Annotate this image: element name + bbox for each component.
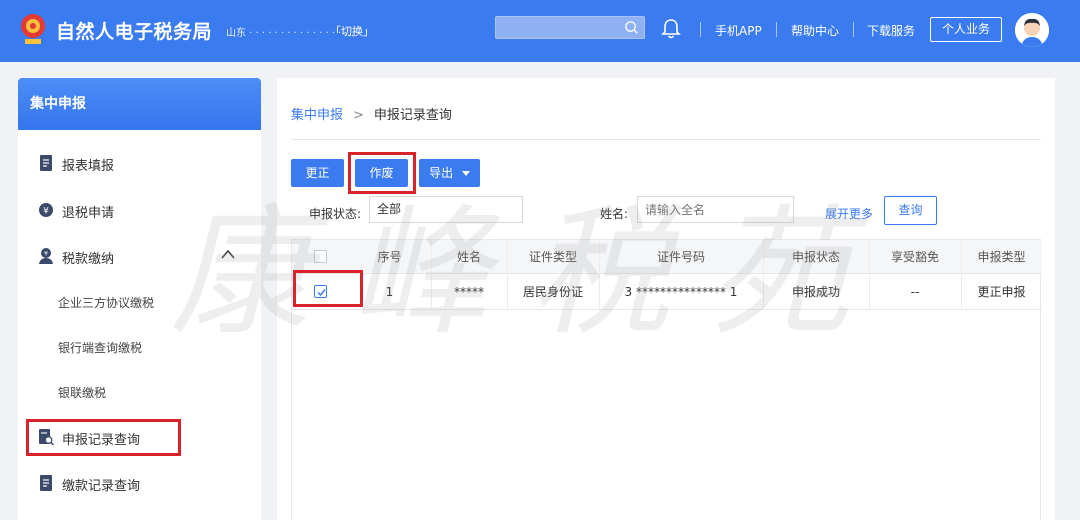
column-divider [869, 240, 870, 310]
search-box[interactable] [495, 16, 645, 39]
sidebar-subitem-unionpay[interactable]: 银联缴税 [58, 384, 106, 401]
breadcrumb-current: 申报记录查询 [373, 108, 452, 123]
sidebar-title[interactable]: 集中申报 [18, 78, 261, 130]
annotation-void-button [348, 152, 416, 194]
column-header: 证件号码 [656, 250, 705, 264]
table-row[interactable]: 1 ***** 居民身份证 3 *************** 1 申报成功 -… [292, 274, 1042, 310]
table-header: 序号 姓名 证件类型 证件号码 申报状态 享受豁免 申报类型 [292, 240, 1042, 274]
query-button[interactable]: 查询 [884, 196, 937, 225]
sidebar-item-label: 退税申请 [62, 206, 115, 221]
cell-name: ***** [454, 284, 484, 299]
column-divider [763, 240, 764, 310]
search-icon[interactable] [624, 20, 639, 35]
column-header: 申报类型 [977, 250, 1026, 264]
column-header: 享受豁免 [890, 250, 939, 264]
caret-down-icon [461, 170, 470, 176]
column-divider [599, 240, 600, 310]
cell-exemption: -- [910, 284, 920, 299]
column-header: 姓名 [456, 250, 481, 264]
breadcrumb-separator: > [353, 108, 364, 123]
status-select[interactable]: 全部 [369, 196, 523, 223]
sidebar-subitem-bank-query[interactable]: 银行端查询缴税 [58, 339, 142, 356]
column-divider [961, 240, 962, 310]
header-separator [776, 22, 777, 37]
sidebar-item-payment-record[interactable]: 缴款记录查询 [18, 468, 261, 498]
cell-report-type: 更正申报 [977, 285, 1026, 299]
main-panel: 集中申报>申报记录查询 更正 作废 导出 申报状态: 全部 姓名: 展开更多 查… [277, 78, 1055, 520]
column-header: 申报状态 [791, 250, 840, 264]
breadcrumb-root-link[interactable]: 集中申报 [291, 108, 343, 123]
header-checkbox-cell [292, 240, 348, 273]
top-header: 自然人电子税务局 山东 · · · · · · · · · · · · · · … [0, 0, 1080, 62]
expand-more-link[interactable]: 展开更多 [825, 205, 873, 222]
name-filter-label: 姓名: [600, 207, 629, 221]
header-divider [291, 139, 1041, 140]
search-input[interactable] [496, 18, 616, 39]
app-title: 自然人电子税务局 [56, 21, 213, 43]
annotation-row-checkbox [293, 270, 363, 307]
column-divider [431, 240, 432, 310]
cell-status: 申报成功 [791, 285, 840, 299]
svg-text:¥: ¥ [44, 251, 48, 258]
document-icon [40, 475, 52, 491]
records-table: 序号 姓名 证件类型 证件号码 申报状态 享受豁免 申报类型 1 ***** 居… [291, 239, 1042, 520]
export-button[interactable]: 导出 [419, 159, 480, 187]
chevron-up-icon[interactable] [220, 248, 236, 260]
breadcrumb: 集中申报 > 申报记录查询 [291, 104, 452, 123]
sidebar-item-label: 缴款记录查询 [62, 479, 141, 494]
avatar[interactable] [1015, 13, 1049, 47]
svg-text:¥: ¥ [43, 207, 49, 217]
sidebar-item-report-fill[interactable]: 报表填报 [18, 148, 261, 178]
status-filter-label: 申报状态: [309, 207, 362, 221]
download-service-link[interactable]: 下载服务 [867, 22, 915, 39]
export-button-label: 导出 [429, 166, 454, 180]
bell-icon[interactable] [661, 18, 681, 40]
document-icon [40, 155, 52, 171]
annotation-record-query [26, 419, 181, 456]
header-separator [853, 22, 854, 37]
sidebar-item-label: 报表填报 [62, 159, 115, 174]
region-switch-link[interactable]: 「切换」 [330, 23, 374, 39]
sidebar-item-label: 税款缴纳 [62, 252, 115, 267]
tax-emblem-icon[interactable] [18, 12, 48, 46]
sidebar-subitem-tripartite[interactable]: 企业三方协议缴税 [58, 294, 154, 311]
column-header: 序号 [377, 250, 402, 264]
column-header: 证件类型 [528, 250, 577, 264]
column-divider [507, 240, 508, 310]
personal-business-button[interactable]: 个人业务 [930, 17, 1002, 42]
cell-id-type: 居民身份证 [522, 285, 583, 299]
select-all-checkbox[interactable] [313, 250, 327, 263]
cell-id-number: 3 *************** 1 [624, 284, 738, 299]
refund-icon: ¥ [39, 203, 53, 217]
mobile-app-link[interactable]: 手机APP [715, 22, 762, 39]
payment-icon: ¥ [39, 248, 53, 264]
sidebar-item-refund[interactable]: ¥ 退税申请 [18, 195, 261, 225]
name-input[interactable] [637, 196, 794, 223]
header-separator [700, 22, 701, 37]
help-center-link[interactable]: 帮助中心 [791, 22, 839, 39]
correct-button[interactable]: 更正 [291, 159, 344, 187]
